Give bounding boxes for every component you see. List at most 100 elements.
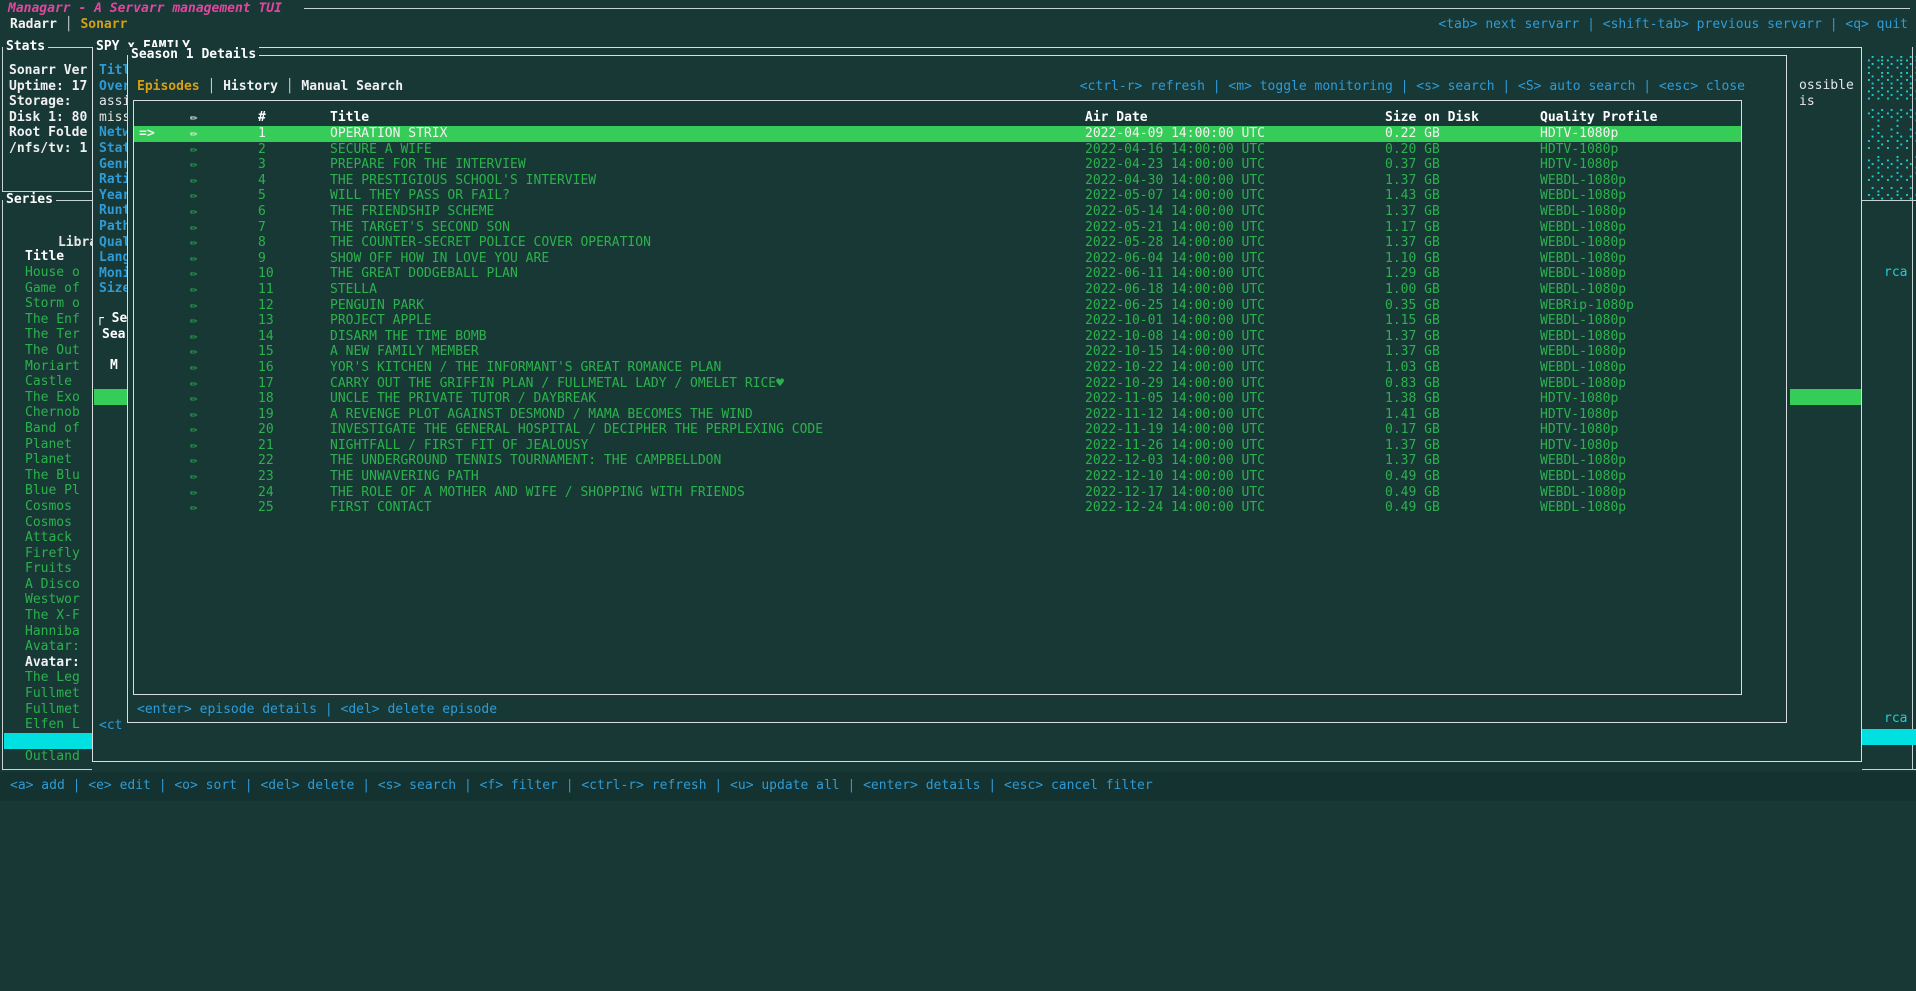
series-list-item[interactable]: Firefly [25, 546, 92, 562]
stats-panel: Stats Sonarr VerUptime: 17Storage:Disk 1… [2, 47, 92, 192]
episode-title: DISARM THE TIME BOMB [330, 329, 1085, 345]
series-list-item[interactable]: Fullmet [25, 686, 92, 702]
episode-number: 7 [258, 220, 330, 236]
series-list-item[interactable]: Game of [25, 281, 92, 297]
series-list-item[interactable]: The Leg [25, 670, 92, 686]
episode-row[interactable]: ✏12PENGUIN PARK2022-06-25 14:00:00 UTC0.… [134, 298, 1741, 314]
episode-row[interactable]: ✏19A REVENGE PLOT AGAINST DESMOND / MAMA… [134, 407, 1741, 423]
episode-row[interactable]: ✏9SHOW OFF HOW IN LOVE YOU ARE2022-06-04… [134, 251, 1741, 267]
series-list-item[interactable]: Moriart [25, 359, 92, 375]
series-list-item[interactable]: The Blu [25, 468, 92, 484]
tab-manual-search[interactable]: Manual Search [301, 79, 403, 94]
series-list-item[interactable]: Cosmos [25, 515, 92, 531]
episode-row[interactable]: ✏23THE UNWAVERING PATH2022-12-10 14:00:0… [134, 469, 1741, 485]
stats-line: Uptime: 17 [9, 79, 92, 95]
episode-number: 21 [258, 438, 330, 454]
series-list-item[interactable]: Westwor [25, 592, 92, 608]
episode-row[interactable]: ✏11STELLA2022-06-18 14:00:00 UTC1.00 GBW… [134, 282, 1741, 298]
series-list-item[interactable]: Fullmet [25, 702, 92, 718]
episode-number: 19 [258, 407, 330, 423]
series-list-item[interactable]: Fruits [25, 561, 92, 577]
episode-row[interactable]: ✏3PREPARE FOR THE INTERVIEW2022-04-23 14… [134, 157, 1741, 173]
episode-row[interactable]: ✏17CARRY OUT THE GRIFFIN PLAN / FULLMETA… [134, 376, 1741, 392]
episode-quality: HDTV-1080p [1540, 157, 1741, 173]
servarr-tab-sonarr[interactable]: Sonarr [80, 17, 127, 32]
series-list: House oGame ofStorm oThe EnfThe TerThe O… [25, 265, 92, 733]
episode-row[interactable]: ✏16YOR'S KITCHEN / THE INFORMANT'S GREAT… [134, 360, 1741, 376]
episode-title: PENGUIN PARK [330, 298, 1085, 314]
series-list-item[interactable]: Chernob [25, 405, 92, 421]
series-list-item[interactable]: House o [25, 265, 92, 281]
episode-row[interactable]: ✏10THE GREAT DODGEBALL PLAN2022-06-11 14… [134, 266, 1741, 282]
series-list-item[interactable]: The Exo [25, 390, 92, 406]
servarr-tab-radarr[interactable]: Radarr [10, 17, 57, 32]
series-list-item[interactable]: Avatar: [25, 655, 92, 671]
episode-row[interactable]: ✏5WILL THEY PASS OR FAIL?2022-05-07 14:0… [134, 188, 1741, 204]
episode-number: 25 [258, 500, 330, 516]
episode-row[interactable]: ✏25FIRST CONTACT2022-12-24 14:00:00 UTC0… [134, 500, 1741, 516]
series-list-item[interactable]: Elfen L [25, 717, 92, 733]
series-list-selected-row[interactable]: =>SPY x F [4, 733, 92, 749]
series-list-item[interactable]: Planet [25, 437, 92, 453]
episode-title: FIRST CONTACT [330, 500, 1085, 516]
monitored-icon: ✏ [190, 360, 258, 376]
episode-row[interactable]: ✏2SECURE A WIFE2022-04-16 14:00:00 UTC0.… [134, 142, 1741, 158]
episode-size: 0.49 GB [1385, 500, 1540, 516]
episode-air-date: 2022-10-01 14:00:00 UTC [1085, 313, 1385, 329]
episode-size: 1.37 GB [1385, 329, 1540, 345]
tab-episodes[interactable]: Episodes [137, 79, 200, 94]
episode-row[interactable]: ✏21NIGHTFALL / FIRST FIT OF JEALOUSY2022… [134, 438, 1741, 454]
episode-row[interactable]: ✏15A NEW FAMILY MEMBER2022-10-15 14:00:0… [134, 344, 1741, 360]
episode-air-date: 2022-04-30 14:00:00 UTC [1085, 173, 1385, 189]
series-list-item[interactable]: Band of [25, 421, 92, 437]
series-list-item[interactable]: A Disco [25, 577, 92, 593]
episode-quality: WEBDL-1080p [1540, 251, 1741, 267]
series-list-item[interactable]: Outland [25, 749, 92, 765]
selected-season-row-fragment[interactable]: => [94, 389, 128, 405]
episode-quality: WEBDL-1080p [1540, 204, 1741, 220]
series-list-item[interactable]: Hanniba [25, 624, 92, 640]
series-list-item[interactable]: Attack [25, 530, 92, 546]
series-list-item[interactable]: Avatar: [25, 639, 92, 655]
series-list-item[interactable]: Storm o [25, 296, 92, 312]
episode-air-date: 2022-12-03 14:00:00 UTC [1085, 453, 1385, 469]
episode-row[interactable]: ✏4THE PRESTIGIOUS SCHOOL'S INTERVIEW2022… [134, 173, 1741, 189]
series-list-item[interactable]: Cosmos [25, 499, 92, 515]
right-panel-divider-bottom [1862, 769, 1916, 770]
series-list-item[interactable]: The Enf [25, 312, 92, 328]
episode-air-date: 2022-10-29 14:00:00 UTC [1085, 376, 1385, 392]
monitored-icon: ✏ [190, 298, 258, 314]
stats-panel-title: Stats [3, 39, 48, 55]
episode-number: 10 [258, 266, 330, 282]
episode-number: 3 [258, 157, 330, 173]
series-list-item[interactable]: Blue Pl [25, 483, 92, 499]
episode-row[interactable]: ✏14DISARM THE TIME BOMB2022-10-08 14:00:… [134, 329, 1741, 345]
episode-row[interactable]: ✏8THE COUNTER-SECRET POLICE COVER OPERAT… [134, 235, 1741, 251]
right-panel-divider [1862, 200, 1916, 201]
episode-row[interactable]: ✏18UNCLE THE PRIVATE TUTOR / DAYBREAK202… [134, 391, 1741, 407]
seasons-box-title-fragment: ┌ Se [96, 311, 127, 327]
tab-history[interactable]: History [223, 79, 278, 94]
episode-row[interactable]: ✏6THE FRIENDSHIP SCHEME2022-05-14 14:00:… [134, 204, 1741, 220]
episode-row[interactable]: ✏22THE UNDERGROUND TENNIS TOURNAMENT: TH… [134, 453, 1741, 469]
episode-row[interactable]: ✏7THE TARGET'S SECOND SON2022-05-21 14:0… [134, 220, 1741, 236]
episodes-table-header: ✏ # Title Air Date Size on Disk Quality … [134, 110, 1741, 126]
episode-row[interactable]: ✏13PROJECT APPLE2022-10-01 14:00:00 UTC1… [134, 313, 1741, 329]
series-list-item[interactable]: The Out [25, 343, 92, 359]
series-list-item[interactable]: The X-F [25, 608, 92, 624]
episode-size: 0.37 GB [1385, 157, 1540, 173]
size-column-header: Size on Disk [1385, 110, 1540, 126]
stats-line: Root Folde [9, 125, 92, 141]
episode-row[interactable]: ✏24THE ROLE OF A MOTHER AND WIFE / SHOPP… [134, 485, 1741, 501]
episode-row[interactable]: ✏20INVESTIGATE THE GENERAL HOSPITAL / DE… [134, 422, 1741, 438]
episode-quality: WEBRip-1080p [1540, 298, 1741, 314]
monitored-icon: ✏ [190, 329, 258, 345]
episode-quality: WEBDL-1080p [1540, 344, 1741, 360]
series-list-item[interactable]: The Ter [25, 327, 92, 343]
episode-row[interactable]: =>✏1OPERATION STRIX2022-04-09 14:00:00 U… [134, 126, 1741, 142]
air-date-column-header: Air Date [1085, 110, 1385, 126]
series-list-item[interactable]: Castle [25, 374, 92, 390]
episode-quality: WEBDL-1080p [1540, 329, 1741, 345]
episode-air-date: 2022-06-18 14:00:00 UTC [1085, 282, 1385, 298]
series-list-item[interactable]: Planet [25, 452, 92, 468]
